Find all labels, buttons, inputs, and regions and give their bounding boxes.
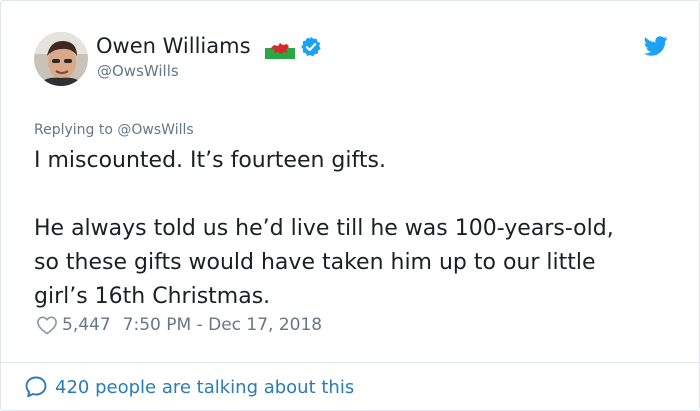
conversation-link[interactable]: 420 people are talking about this	[24, 373, 354, 401]
tweet-text: I miscounted. It’s fourteen gifts. He al…	[34, 144, 674, 314]
tweet-text-line: He always told us he’d live till he was …	[34, 212, 674, 314]
author-handle[interactable]: @OwsWills	[97, 62, 179, 80]
tweet-text-line-part: so these gifts would have taken him up t…	[34, 250, 596, 275]
heart-icon[interactable]	[36, 315, 58, 335]
divider	[1, 362, 699, 363]
like-count[interactable]: 5,447	[62, 315, 111, 335]
speech-bubble-icon	[25, 376, 47, 398]
wales-flag-icon	[265, 37, 295, 59]
replying-to-handle-link[interactable]: @OwsWills	[117, 122, 193, 138]
conversation-text[interactable]: 420 people are talking about this	[55, 377, 354, 398]
verified-badge-icon	[301, 36, 321, 57]
avatar-image	[34, 32, 88, 86]
tweet-text-line-part: girl’s 16th Christmas.	[34, 284, 271, 309]
tweet-meta: 5,447 7:50 PM - Dec 17, 2018	[36, 312, 322, 338]
tweet-timestamp[interactable]: 7:50 PM - Dec 17, 2018	[123, 315, 322, 335]
author-name-text[interactable]: Owen Williams	[96, 34, 251, 58]
tweet-text-line-part: He always told us he’d live till he was …	[34, 216, 614, 241]
tweet-text-line: I miscounted. It’s fourteen gifts.	[34, 148, 386, 173]
replying-to: Replying to @OwsWills	[34, 122, 194, 138]
twitter-bird-icon[interactable]	[644, 35, 668, 57]
replying-to-label: Replying to	[34, 122, 113, 138]
author-name[interactable]: Owen Williams	[96, 34, 251, 58]
author-avatar[interactable]	[34, 32, 88, 86]
tweet-card: Owen Williams @OwsWills Replying to @Ows…	[0, 0, 700, 411]
